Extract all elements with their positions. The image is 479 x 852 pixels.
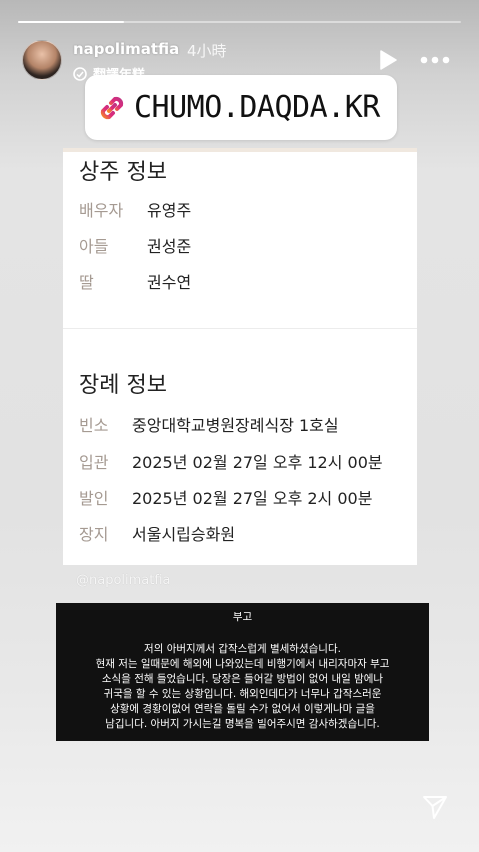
- notice-body: 저의 아버지께서 갑작스럽게 별세하셨습니다. 현재 저는 일때문에 해외에 나…: [66, 642, 419, 732]
- mourner-value-daughter: 권수연: [147, 273, 192, 292]
- funeral-label-burial: 장지: [79, 525, 109, 544]
- mourner-value-spouse: 유영주: [147, 201, 192, 220]
- mourner-section-title: 상주 정보: [79, 160, 167, 185]
- avatar[interactable]: [22, 40, 62, 80]
- watermark: @napolimatfia: [76, 573, 171, 588]
- notice-line: 귀국을 할 수 있는 상황입니다. 해외인데다가 너무나 갑작스러운: [103, 688, 382, 700]
- section-divider: [63, 328, 417, 329]
- funeral-value-parlor: 중앙대학교병원장례식장 1호실: [132, 416, 339, 435]
- funeral-label-departure: 발인: [79, 489, 109, 508]
- link-sticker[interactable]: CHUMO.DAQDA.KR: [85, 75, 397, 140]
- username[interactable]: napolimatfia: [73, 40, 179, 58]
- translate-icon: [73, 66, 87, 81]
- notice-line: 상황에 경황이없어 연락을 돌릴 수가 없어서 이렇게나마 글을: [110, 703, 375, 715]
- funeral-value-departure: 2025년 02월 27일 오후 2시 00분: [132, 489, 373, 508]
- more-icon[interactable]: [420, 56, 450, 64]
- notice-line: 저의 아버지께서 갑작스럽게 별세하셨습니다.: [144, 643, 341, 655]
- funeral-value-burial: 서울시립승화원: [132, 525, 236, 544]
- link-sticker-text: CHUMO.DAQDA.KR: [134, 90, 380, 125]
- mourner-value-son: 권성준: [147, 237, 192, 256]
- mourner-label-son: 아들: [79, 237, 109, 256]
- mourner-label-daughter: 딸: [79, 273, 94, 292]
- notice-line: 현재 저는 일때문에 해외에 나와있는데 비행기에서 내리자마자 부고: [95, 658, 390, 670]
- mourner-label-spouse: 배우자: [79, 201, 124, 220]
- funeral-label-parlor: 빈소: [79, 416, 109, 435]
- funeral-section-title: 장례 정보: [79, 373, 167, 398]
- post-time: 4小時: [187, 42, 227, 60]
- funeral-label-encoffin: 입관: [79, 453, 109, 472]
- link-icon: [100, 96, 124, 119]
- story-progress-fill: [18, 21, 125, 23]
- card-top-border: [63, 148, 417, 152]
- play-icon[interactable]: [379, 50, 397, 70]
- notice-title: 부고: [232, 611, 253, 623]
- notice-line: 소식을 전해 들었습니다. 당장은 들어갈 방법이 없어 내일 밤에나: [101, 673, 384, 685]
- obituary-notice: 부고 저의 아버지께서 갑작스럽게 별세하셨습니다. 현재 저는 일때문에 해외…: [56, 603, 429, 741]
- obituary-card: 상주 정보 배우자 유영주 아들 권성준 딸 권수연 장례 정보 빈소 중앙대학…: [63, 148, 417, 565]
- send-icon[interactable]: [421, 793, 449, 821]
- notice-line: 남깁니다. 아버지 가시는길 명복을 빌어주시면 감사하겠습니다.: [105, 718, 380, 730]
- funeral-value-encoffin: 2025년 02월 27일 오후 12시 00분: [132, 453, 383, 472]
- story-progress-bar: [18, 21, 461, 23]
